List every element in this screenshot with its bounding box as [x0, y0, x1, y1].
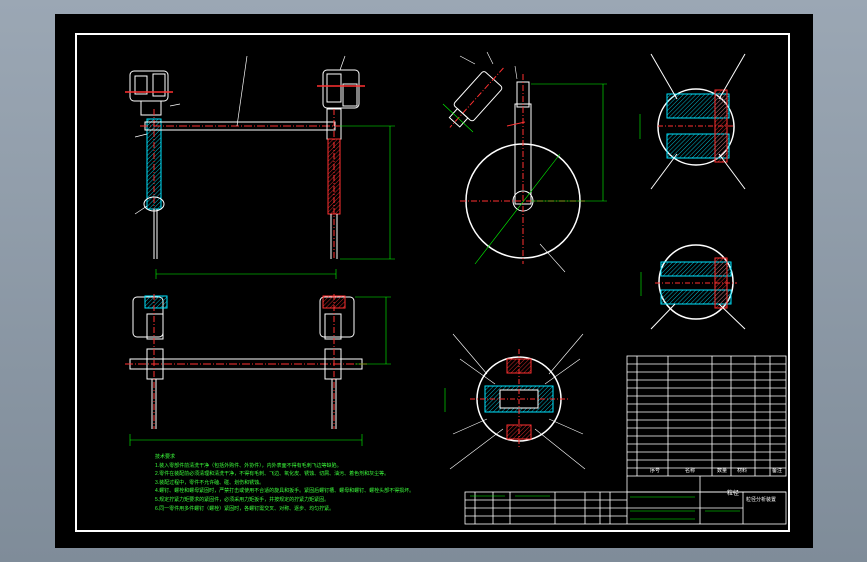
parts-header-qty: 数量 — [717, 468, 728, 474]
notes-line: 技术要求 — [155, 454, 176, 460]
notes-line: 4.螺钉、螺栓和螺母紧固时，严禁打击或使用不合适的旋具和扳手。紧固后螺钉槽、螺母… — [155, 488, 415, 495]
front-view-dimensions — [155, 125, 395, 279]
title-block — [464, 476, 787, 525]
top-view — [125, 294, 367, 429]
detail-view-1 — [650, 53, 746, 190]
detail-view-2 — [650, 244, 746, 330]
notes-line: 1.装入零部件前清洗干净（包括外购件、外协件），内外表面不得有毛刺飞边等缺陷。 — [155, 462, 342, 469]
notes-line: 3.装配过程中，零件不允许磕、碰、划伤和锈蚀。 — [155, 479, 265, 486]
parts-header-material: 材料 — [737, 468, 748, 474]
side-view-dimensions — [442, 83, 607, 265]
title-block-green — [470, 495, 740, 520]
parts-list — [626, 355, 787, 477]
technical-requirements: 技术要求 1.装入零部件前清洗干净（包括外购件、外协件），内外表面不得有毛刺飞边… — [155, 453, 414, 513]
section-view-3 — [470, 349, 570, 449]
title-block-drawing-no: 粒径分析装置 — [746, 497, 777, 503]
cad-viewport[interactable]: 技术要求 1.装入零部件前清洗干净（包括外购件、外协件），内外表面不得有毛刺飞边… — [55, 14, 813, 548]
notes-line: 6.同一零件用多件螺钉（螺栓）紧固时，各螺钉需交叉、对称、逐步、均匀拧紧。 — [155, 505, 335, 512]
parts-header-no: 序号 — [650, 468, 661, 474]
parts-header-remark: 备注 — [772, 468, 783, 474]
notes-line: 2.零件在装配前必须清理和清洗干净，不得有毛刺、飞边、氧化皮、锈蚀、切屑、油污、… — [155, 471, 390, 478]
title-block-name: 粒径 — [727, 490, 740, 497]
front-view — [125, 55, 365, 259]
top-view-dimensions — [129, 296, 391, 446]
side-view — [448, 67, 585, 264]
parts-header-name: 名称 — [685, 468, 696, 474]
notes-line: 5.规定拧紧力矩要求的紧固件，必须采用力矩扳手，并按规定的拧紧力矩紧固。 — [155, 496, 330, 503]
